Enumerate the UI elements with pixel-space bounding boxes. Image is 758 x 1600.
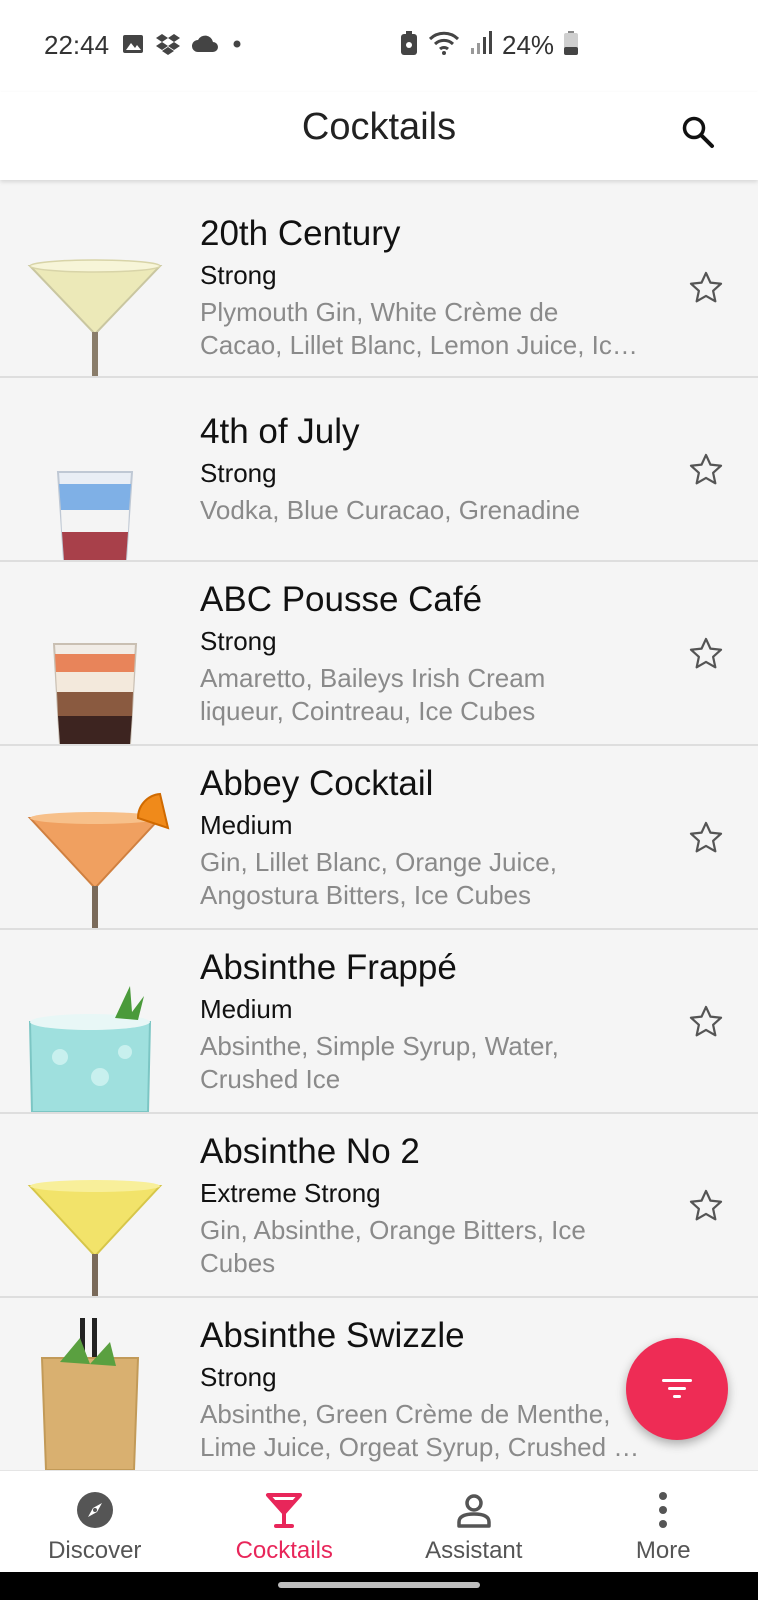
cocktail-row[interactable]: Absinthe Frappé Medium Absinthe, Simple …	[0, 930, 758, 1114]
compass-icon	[76, 1492, 113, 1528]
martini-glass-image	[27, 259, 163, 376]
ingredients-line: liqueur, Cointreau, Ice Cubes	[200, 696, 536, 726]
filter-icon	[662, 1379, 692, 1398]
search-button[interactable]	[674, 108, 722, 156]
star-outline-icon	[689, 821, 723, 853]
dot-icon	[230, 37, 244, 56]
star-outline-icon	[689, 453, 723, 485]
highball-glass-image	[28, 986, 152, 1112]
cocktail-name: Absinthe No 2	[200, 1132, 420, 1171]
ingredients-line: Angostura Bitters, Ice Cubes	[200, 880, 531, 910]
dropbox-icon	[156, 33, 180, 60]
more-vertical-icon	[659, 1492, 668, 1528]
nav-discover[interactable]: Discover	[0, 1471, 190, 1572]
ingredients-line: Gin, Absinthe, Orange Bitters, Ice	[200, 1215, 586, 1245]
cocktail-strength: Medium	[200, 994, 293, 1024]
star-outline-icon	[689, 1189, 723, 1221]
cocktail-glass-icon	[266, 1493, 303, 1528]
cocktail-strength: Strong	[200, 1362, 277, 1392]
page-title: Cocktails	[301, 106, 457, 148]
layered-shot-image	[52, 643, 138, 744]
ingredients-line: Plymouth Gin, White Crème de	[200, 297, 559, 327]
filter-button[interactable]	[626, 1338, 728, 1440]
star-outline-icon	[689, 271, 723, 303]
cocktail-ingredients: Plymouth Gin, White Crème de Cacao, Lill…	[200, 296, 660, 362]
cocktail-list[interactable]: 20th Century Strong Plymouth Gin, White …	[0, 182, 758, 1470]
cocktail-name: Abbey Cocktail	[200, 764, 434, 803]
home-gesture-handle[interactable]	[278, 1582, 480, 1588]
shot-glass-image	[56, 471, 134, 560]
nav-cocktails[interactable]: Cocktails	[190, 1471, 380, 1572]
favorite-button[interactable]	[684, 448, 728, 492]
nav-more[interactable]: More	[569, 1471, 758, 1572]
bottom-navigation: Discover Cocktails Assistant More	[0, 1470, 758, 1572]
nav-label: Cocktails	[235, 1537, 333, 1564]
cocktail-name: Absinthe Swizzle	[200, 1316, 465, 1355]
gallery-icon	[122, 33, 144, 60]
search-icon	[682, 116, 714, 148]
battery-icon	[564, 31, 579, 60]
nav-label: Assistant	[425, 1537, 523, 1564]
signal-icon	[470, 31, 492, 60]
ingredients-line: Absinthe, Simple Syrup, Water,	[200, 1031, 559, 1061]
cocktail-name: Absinthe Frappé	[200, 948, 457, 987]
ingredients-line: Lime Juice, Orgeat Syrup, Crushed …	[200, 1432, 640, 1462]
favorite-button[interactable]	[684, 1184, 728, 1228]
wifi-icon	[428, 30, 460, 61]
favorite-button[interactable]	[684, 1000, 728, 1044]
cocktail-strength: Strong	[200, 626, 277, 656]
cocktail-ingredients: Gin, Lillet Blanc, Orange Juice, Angostu…	[200, 846, 660, 912]
star-outline-icon	[689, 637, 723, 669]
nav-label: More	[635, 1537, 691, 1564]
tall-glass-image	[40, 1318, 140, 1470]
nav-label: Discover	[48, 1537, 142, 1564]
ingredients-line: Amaretto, Baileys Irish Cream	[200, 663, 546, 693]
battery-percentage: 24%	[502, 30, 555, 60]
ingredients-line: Cubes	[200, 1248, 276, 1278]
cocktail-row[interactable]: Absinthe No 2 Extreme Strong Gin, Absint…	[0, 1114, 758, 1298]
star-outline-icon	[689, 1005, 723, 1037]
favorite-button[interactable]	[684, 632, 728, 676]
cocktail-strength: Strong	[200, 260, 277, 290]
cocktail-name: ABC Pousse Café	[200, 580, 483, 619]
cocktail-strength: Extreme Strong	[200, 1178, 381, 1208]
status-bar: 22:44 24%	[0, 0, 758, 92]
cocktail-row[interactable]: 4th of July Strong Vodka, Blue Curacao, …	[0, 378, 758, 562]
cocktail-ingredients: Vodka, Blue Curacao, Grenadine	[200, 494, 660, 527]
ingredients-line: Vodka, Blue Curacao, Grenadine	[200, 495, 581, 525]
status-time: 22:44	[44, 30, 110, 60]
lock-battery-icon	[400, 30, 418, 61]
ingredients-line: Cacao, Lillet Blanc, Lemon Juice, Ic…	[200, 330, 638, 360]
martini-glass-image	[27, 792, 170, 928]
cocktail-strength: Medium	[200, 810, 293, 840]
status-system-icons: 24%	[400, 30, 579, 61]
cocktail-ingredients: Amaretto, Baileys Irish Cream liqueur, C…	[200, 662, 660, 728]
martini-glass-image	[27, 1180, 163, 1296]
favorite-button[interactable]	[684, 266, 728, 310]
ingredients-line: Absinthe, Green Crème de Menthe,	[200, 1399, 611, 1429]
cocktail-ingredients: Gin, Absinthe, Orange Bitters, Ice Cubes	[200, 1214, 660, 1280]
ingredients-line: Crushed Ice	[200, 1064, 341, 1094]
app-bar: Cocktails	[0, 92, 758, 180]
status-notification-icons	[122, 33, 244, 60]
favorite-button[interactable]	[684, 816, 728, 860]
system-navigation-bar	[0, 1572, 758, 1600]
cocktail-row[interactable]: ABC Pousse Café Strong Amaretto, Baileys…	[0, 562, 758, 746]
cocktail-ingredients: Absinthe, Simple Syrup, Water, Crushed I…	[200, 1030, 660, 1096]
cocktail-ingredients: Absinthe, Green Crème de Menthe, Lime Ju…	[200, 1398, 660, 1464]
cocktail-name: 20th Century	[200, 214, 401, 253]
cocktail-row[interactable]: 20th Century Strong Plymouth Gin, White …	[0, 182, 758, 378]
cocktail-strength: Strong	[200, 458, 277, 488]
cloud-icon	[192, 35, 218, 58]
ingredients-line: Gin, Lillet Blanc, Orange Juice,	[200, 847, 557, 877]
nav-assistant[interactable]: Assistant	[379, 1471, 569, 1572]
cocktail-name: 4th of July	[200, 412, 360, 451]
person-icon	[457, 1494, 491, 1528]
cocktail-row[interactable]: Abbey Cocktail Medium Gin, Lillet Blanc,…	[0, 746, 758, 930]
